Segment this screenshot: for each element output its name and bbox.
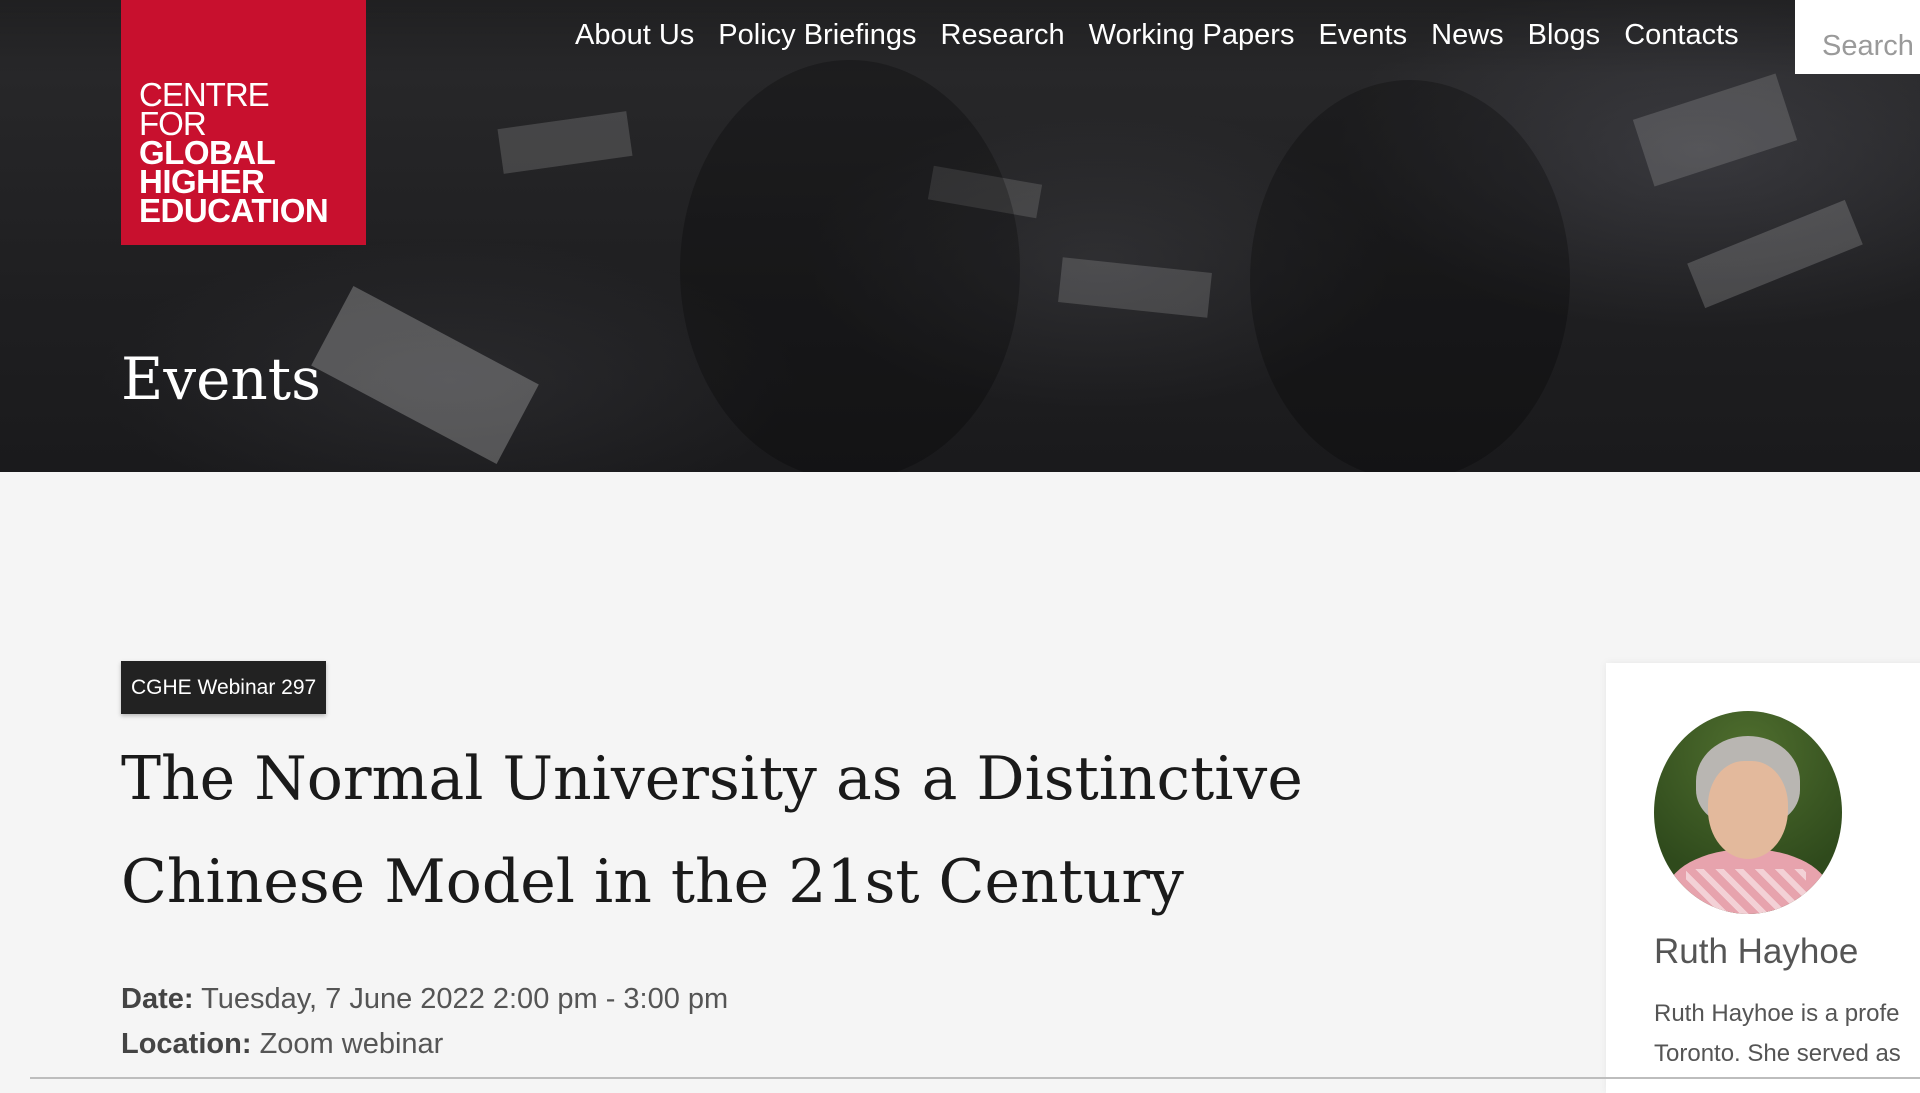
avatar-face (1708, 761, 1788, 859)
event-date-value: Tuesday, 7 June 2022 2:00 pm - 3:00 pm (201, 983, 729, 1015)
hero-paper-decoration (1058, 257, 1212, 318)
speaker-bio: Ruth Hayhoe is a profe Toronto. She serv… (1654, 994, 1920, 1074)
site-logo[interactable]: CENTRE FOR GLOBAL HIGHER EDUCATION (121, 0, 366, 245)
event-date: Date: Tuesday, 7 June 2022 2:00 pm - 3:0… (121, 983, 728, 1016)
nav-item-about-us[interactable]: About Us (563, 19, 706, 52)
event-date-label: Date: (121, 983, 194, 1015)
divider (30, 1077, 1920, 1079)
nav-item-contacts[interactable]: Contacts (1612, 19, 1750, 52)
speaker-card: Ruth Hayhoe Ruth Hayhoe is a profe Toron… (1606, 663, 1920, 1093)
speaker-bio-line: Toronto. She served as (1654, 1040, 1901, 1067)
speaker-avatar (1654, 711, 1842, 914)
nav-item-news[interactable]: News (1419, 19, 1516, 52)
nav-item-events[interactable]: Events (1306, 19, 1419, 52)
hero-banner: CENTRE FOR GLOBAL HIGHER EDUCATION About… (0, 0, 1920, 472)
hero-paper-decoration (311, 285, 539, 465)
main-nav: About Us Policy Briefings Research Worki… (563, 10, 1751, 60)
nav-item-research[interactable]: Research (929, 19, 1077, 52)
hero-shadow-decoration (1250, 80, 1570, 472)
speaker-name[interactable]: Ruth Hayhoe (1654, 932, 1858, 972)
page-title: Events (121, 345, 321, 413)
event-title-line: The Normal University as a Distinctive (121, 744, 1303, 814)
logo-line-education: EDUCATION (139, 192, 329, 229)
event-title-line: Chinese Model in the 21st Century (121, 847, 1184, 917)
webinar-badge: CGHE Webinar 297 (121, 661, 327, 714)
event-location: Location: Zoom webinar (121, 1028, 443, 1061)
hero-laptop-decoration (1687, 199, 1863, 309)
hero-shadow-decoration (680, 60, 1020, 472)
nav-item-blogs[interactable]: Blogs (1516, 19, 1613, 52)
nav-item-working-papers[interactable]: Working Papers (1077, 19, 1307, 52)
speaker-bio-line: Ruth Hayhoe is a profe (1654, 1000, 1900, 1027)
hero-paper-decoration (497, 111, 633, 174)
event-title: The Normal University as a Distinctive C… (121, 728, 1571, 934)
event-location-label: Location: (121, 1028, 252, 1060)
hero-laptop-decoration (1632, 73, 1798, 187)
event-location-value: Zoom webinar (259, 1028, 444, 1060)
search-input[interactable] (1795, 0, 1920, 74)
nav-item-policy-briefings[interactable]: Policy Briefings (706, 19, 928, 52)
